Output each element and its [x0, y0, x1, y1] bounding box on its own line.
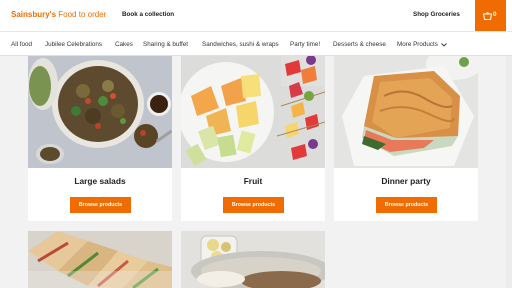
category-card-dinner-party[interactable]: Dinner party Browse products: [334, 56, 478, 221]
browse-dinner-party-button[interactable]: Browse products: [376, 197, 437, 213]
more-products-label: More Products: [397, 41, 438, 48]
card-title-fruit: Fruit: [243, 176, 263, 186]
category-card-sandwiches[interactable]: [28, 231, 172, 288]
shop-groceries-link[interactable]: Shop Groceries: [413, 11, 460, 18]
nav-jubilee-celebrations[interactable]: Jubilee Celebrations: [45, 41, 102, 48]
category-card-large-salads[interactable]: Large salads Browse products: [28, 56, 172, 221]
category-nav: All food Jubilee Celebrations Cakes Shar…: [0, 31, 512, 56]
large-salads-image: [28, 56, 172, 168]
book-collection-link[interactable]: Book a collection: [122, 11, 174, 18]
nav-more-products[interactable]: More Products: [397, 41, 447, 48]
card-title-large-salads: Large salads: [74, 176, 126, 186]
nav-sandwiches-sushi-wraps[interactable]: Sandwiches, sushi & wraps: [202, 41, 279, 48]
browse-fruit-button[interactable]: Browse products: [223, 197, 284, 213]
category-card-desserts[interactable]: [181, 231, 325, 288]
logo-brand: Sainsbury's: [11, 10, 57, 19]
page-scrollbar[interactable]: [506, 56, 512, 288]
nav-desserts-cheese[interactable]: Desserts & cheese: [333, 41, 386, 48]
sandwiches-image: [28, 231, 172, 288]
fruit-image: [181, 56, 325, 168]
sainsburys-logo[interactable]: Sainsbury's Food to order: [11, 10, 106, 19]
basket-count: 0: [493, 11, 497, 18]
nav-cakes[interactable]: Cakes: [115, 41, 133, 48]
desserts-image: [181, 231, 325, 288]
nav-sharing-buffet[interactable]: Sharing & buffet: [143, 41, 188, 48]
browse-large-salads-button[interactable]: Browse products: [70, 197, 131, 213]
card-title-dinner-party: Dinner party: [381, 176, 431, 186]
site-header: Sainsbury's Food to order Book a collect…: [0, 0, 512, 31]
nav-all-food[interactable]: All food: [11, 41, 32, 48]
dinner-party-image: [334, 56, 478, 168]
nav-party-time[interactable]: Party time!: [290, 41, 320, 48]
chevron-down-icon: [441, 42, 447, 47]
category-card-fruit[interactable]: Fruit Browse products: [181, 56, 325, 221]
basket-button[interactable]: 0: [475, 0, 506, 31]
logo-suffix: Food to order: [58, 10, 107, 19]
basket-icon: [483, 12, 492, 20]
